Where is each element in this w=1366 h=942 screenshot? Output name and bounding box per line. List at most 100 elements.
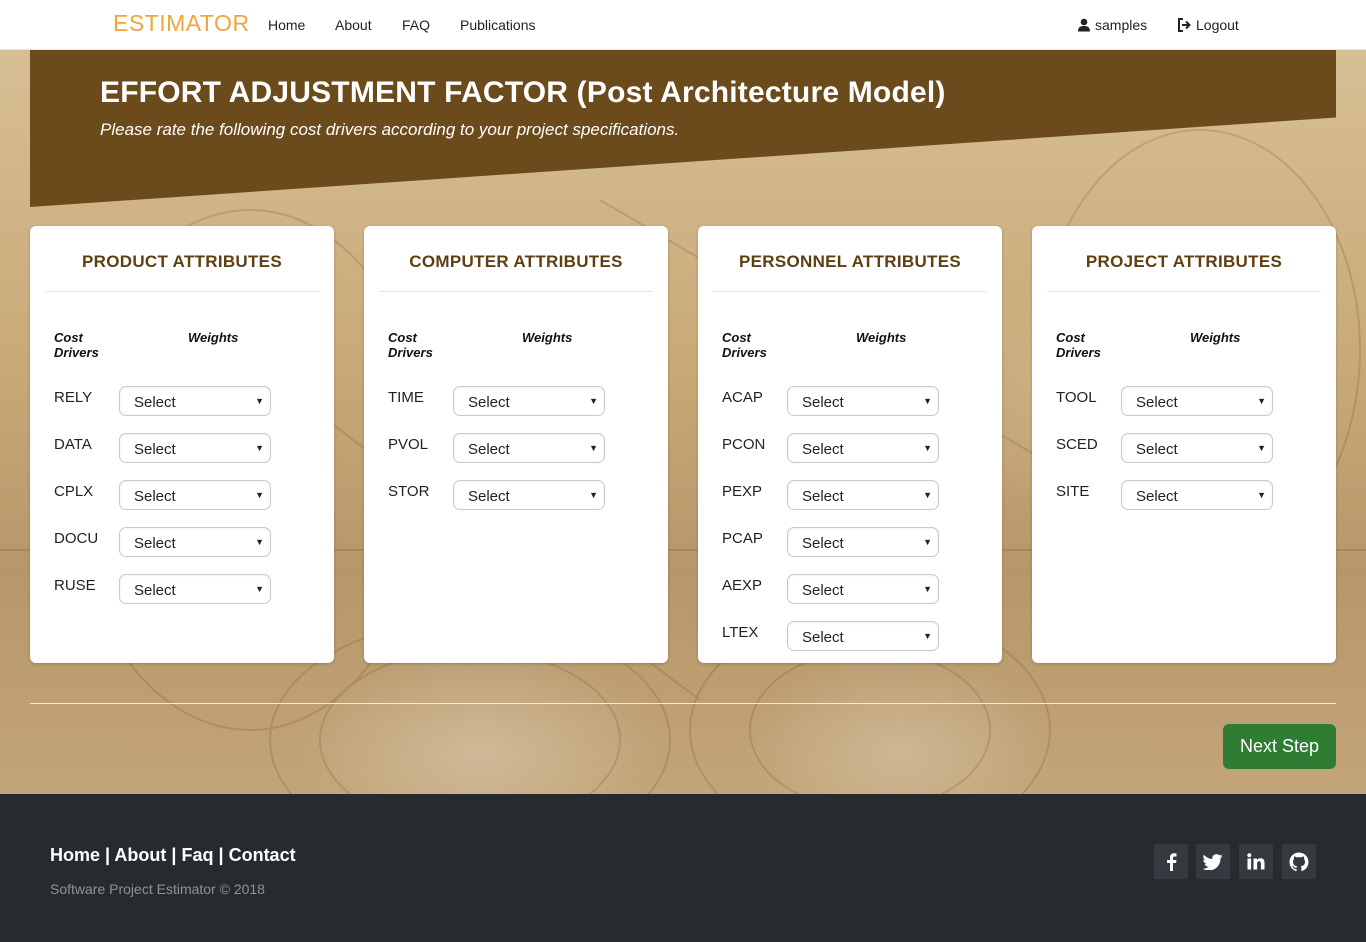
cost-drivers-header: Cost Drivers xyxy=(388,330,433,360)
select-caret-icon: ▼ xyxy=(255,537,264,547)
weights-header: Weights xyxy=(522,330,573,345)
select-value: Select xyxy=(134,488,176,505)
aexp-select[interactable]: Select ▼ xyxy=(787,574,939,604)
driver-label-pvol: PVOL xyxy=(388,436,429,453)
site-select[interactable]: Select ▼ xyxy=(1121,480,1273,510)
hero-section: EFFORT ADJUSTMENT FACTOR (Post Architect… xyxy=(0,50,1366,794)
select-caret-icon: ▼ xyxy=(923,631,932,641)
tool-select[interactable]: Select ▼ xyxy=(1121,386,1273,416)
nav-faq-link[interactable]: FAQ xyxy=(402,17,430,33)
select-caret-icon: ▼ xyxy=(1257,396,1266,406)
cost-drivers-header: Cost Drivers xyxy=(722,330,767,360)
driver-label-aexp: AEXP xyxy=(722,577,763,594)
driver-label-acap: ACAP xyxy=(722,389,763,406)
logout-label: Logout xyxy=(1196,17,1239,33)
select-caret-icon: ▼ xyxy=(589,396,598,406)
cost-drivers-header-line2: Drivers xyxy=(54,345,99,360)
nav-publications-link[interactable]: Publications xyxy=(460,17,536,33)
select-caret-icon: ▼ xyxy=(1257,490,1266,500)
sced-select[interactable]: Select ▼ xyxy=(1121,433,1273,463)
driver-label-stor: STOR xyxy=(388,483,430,500)
computer-attributes-card: COMPUTER ATTRIBUTES Cost Drivers Weights … xyxy=(364,226,668,663)
select-caret-icon: ▼ xyxy=(923,584,932,594)
driver-label-sced: SCED xyxy=(1056,436,1098,453)
nav-home-link[interactable]: Home xyxy=(268,17,305,33)
card-title: COMPUTER ATTRIBUTES xyxy=(409,252,623,271)
user-menu[interactable]: samples xyxy=(1077,17,1147,33)
footer-contact-link[interactable]: Contact xyxy=(229,845,296,865)
pcon-select[interactable]: Select ▼ xyxy=(787,433,939,463)
logout-link[interactable]: Logout xyxy=(1177,17,1239,33)
select-value: Select xyxy=(802,629,844,646)
driver-label-cplx: CPLX xyxy=(54,483,94,500)
cplx-select[interactable]: Select ▼ xyxy=(119,480,271,510)
cost-drivers-header-line1: Cost xyxy=(54,330,83,345)
nav-about-link[interactable]: About xyxy=(335,17,372,33)
next-step-button[interactable]: Next Step xyxy=(1223,724,1336,769)
footer-separator: | xyxy=(105,845,111,865)
select-value: Select xyxy=(802,394,844,411)
select-caret-icon: ▼ xyxy=(923,537,932,547)
select-value: Select xyxy=(134,535,176,552)
driver-label-ruse: RUSE xyxy=(54,577,96,594)
github-icon[interactable] xyxy=(1282,844,1316,879)
footer: Home | About | Faq | Contact Software Pr… xyxy=(0,794,1366,942)
linkedin-icon[interactable] xyxy=(1239,844,1273,879)
select-value: Select xyxy=(1136,441,1178,458)
brand-logo[interactable]: ESTIMATOR xyxy=(113,10,250,37)
select-value: Select xyxy=(468,441,510,458)
driver-label-pcap: PCAP xyxy=(722,530,763,547)
cost-drivers-header-line2: Drivers xyxy=(1056,345,1101,360)
driver-label-pexp: PEXP xyxy=(722,483,763,500)
select-caret-icon: ▼ xyxy=(255,443,264,453)
acap-select[interactable]: Select ▼ xyxy=(787,386,939,416)
footer-faq-link[interactable]: Faq xyxy=(181,845,213,865)
footer-home-link[interactable]: Home xyxy=(50,845,100,865)
ruse-select[interactable]: Select ▼ xyxy=(119,574,271,604)
cost-drivers-header-line1: Cost xyxy=(722,330,751,345)
time-select[interactable]: Select ▼ xyxy=(453,386,605,416)
driver-label-tool: TOOL xyxy=(1056,389,1097,406)
driver-label-ltex: LTEX xyxy=(722,624,759,641)
card-divider xyxy=(1047,291,1321,292)
select-value: Select xyxy=(134,441,176,458)
driver-label-time: TIME xyxy=(388,389,424,406)
select-value: Select xyxy=(468,488,510,505)
select-caret-icon: ▼ xyxy=(589,490,598,500)
cost-drivers-header: Cost Drivers xyxy=(54,330,99,360)
card-title: PERSONNEL ATTRIBUTES xyxy=(739,252,961,271)
select-value: Select xyxy=(802,535,844,552)
select-caret-icon: ▼ xyxy=(1257,443,1266,453)
select-caret-icon: ▼ xyxy=(923,490,932,500)
pexp-select[interactable]: Select ▼ xyxy=(787,480,939,510)
docu-select[interactable]: Select ▼ xyxy=(119,527,271,557)
select-caret-icon: ▼ xyxy=(923,443,932,453)
pcap-select[interactable]: Select ▼ xyxy=(787,527,939,557)
weights-header: Weights xyxy=(188,330,239,345)
card-title: PROJECT ATTRIBUTES xyxy=(1085,252,1283,271)
select-caret-icon: ▼ xyxy=(255,584,264,594)
ltex-select[interactable]: Select ▼ xyxy=(787,621,939,651)
select-caret-icon: ▼ xyxy=(255,490,264,500)
facebook-icon[interactable] xyxy=(1154,844,1188,879)
driver-label-rely: RELY xyxy=(54,389,93,406)
select-value: Select xyxy=(802,582,844,599)
select-caret-icon: ▼ xyxy=(589,443,598,453)
select-value: Select xyxy=(134,394,176,411)
driver-label-pcon: PCON xyxy=(722,436,766,453)
rely-select[interactable]: Select ▼ xyxy=(119,386,271,416)
cost-drivers-header-line1: Cost xyxy=(1056,330,1085,345)
data-select[interactable]: Select ▼ xyxy=(119,433,271,463)
twitter-icon[interactable] xyxy=(1196,844,1230,879)
pvol-select[interactable]: Select ▼ xyxy=(453,433,605,463)
cost-drivers-header-line2: Drivers xyxy=(388,345,433,360)
copyright-text: Software Project Estimator © 2018 xyxy=(50,881,265,897)
card-title: PRODUCT ATTRIBUTES xyxy=(82,252,282,271)
footer-about-link[interactable]: About xyxy=(114,845,166,865)
product-attributes-card: PRODUCT ATTRIBUTES Cost Drivers Weights R… xyxy=(30,226,334,663)
stor-select[interactable]: Select ▼ xyxy=(453,480,605,510)
cost-drivers-header-line1: Cost xyxy=(388,330,417,345)
project-attributes-card: PROJECT ATTRIBUTES Cost Drivers Weights T… xyxy=(1032,226,1336,663)
select-value: Select xyxy=(468,394,510,411)
weights-header: Weights xyxy=(856,330,907,345)
